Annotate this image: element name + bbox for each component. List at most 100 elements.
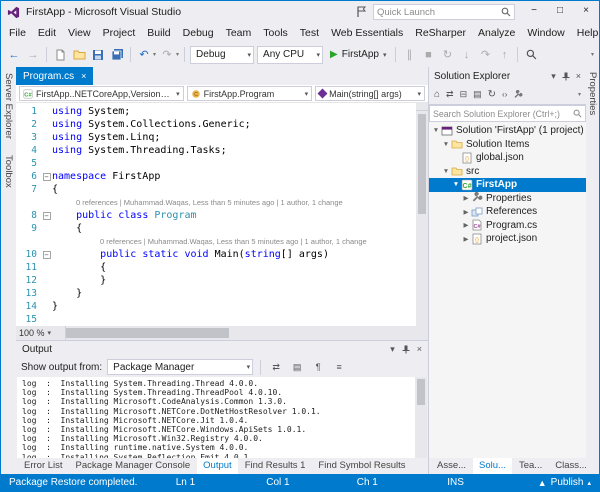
code-line[interactable]: 11 { [16,261,428,274]
tree-item-solution-items[interactable]: ▼Solution Items [429,138,586,152]
solution-explorer-title-bar[interactable]: Solution Explorer ▾ × [429,67,586,85]
titlebar[interactable]: FirstApp - Microsoft Visual Studio − □ × [1,1,599,23]
editor-vertical-scrollbar[interactable] [416,103,428,326]
code-line[interactable]: 6−namespace FirstApp [16,170,428,183]
chevron-right-icon[interactable]: ▶ [461,194,471,202]
save-icon[interactable] [90,47,106,63]
chevron-down-icon[interactable]: ▾ [176,51,179,58]
home-icon[interactable]: ⌂ [434,89,440,100]
step-into-icon[interactable]: ↓ [458,47,474,63]
code-line[interactable]: 13 } [16,287,428,300]
tab-server-explorer[interactable]: Server Explorer [3,73,14,139]
new-file-icon[interactable] [52,47,68,63]
output-vertical-scrollbar[interactable] [415,377,427,458]
chevron-down-icon[interactable]: ▼ [451,181,461,188]
menu-item-build[interactable]: Build [141,25,176,41]
save-all-icon[interactable] [109,47,125,63]
zoom-selector[interactable]: 100 % ▾ [16,326,66,340]
open-file-icon[interactable] [71,47,87,63]
menu-item-tools[interactable]: Tools [257,25,294,41]
chevron-right-icon[interactable]: ▶ [461,208,471,216]
pin-icon[interactable] [402,345,410,354]
menu-item-help[interactable]: Help [571,25,600,41]
restart-icon[interactable]: ↻ [439,47,455,63]
code-line[interactable]: 1using System; [16,105,428,118]
scrollbar-thumb[interactable] [418,114,426,214]
quick-launch-box[interactable] [373,4,515,20]
minimize-button[interactable]: − [521,1,547,20]
toggle-output-icon[interactable]: ≡ [331,359,347,375]
code-line[interactable]: 2using System.Collections.Generic; [16,118,428,131]
toolbar-options-icon[interactable]: ▾ [591,51,594,58]
navigate-back-icon[interactable]: ← [6,47,22,63]
menu-item-file[interactable]: File [3,25,32,41]
menu-item-team[interactable]: Team [220,25,258,41]
scrollbar-thumb[interactable] [66,328,229,338]
word-wrap-icon[interactable]: ¶ [310,359,326,375]
view-code-icon[interactable]: ‹› [502,90,507,99]
tab-program-cs[interactable]: Program.cs × [16,67,93,85]
tree-item-solution-firstapp-1-project[interactable]: ▼Solution 'FirstApp' (1 project) [429,124,586,138]
code-line[interactable]: 7{ [16,183,428,196]
code-line[interactable]: 10− public static void Main(string[] arg… [16,248,428,261]
pin-icon[interactable] [562,72,570,81]
sync-with-active-document-icon[interactable]: ⇄ [446,89,454,100]
codelens-text[interactable]: 0 references | Muhammad.Waqas, Less than… [52,235,367,248]
se-tab-asse[interactable]: Asse... [431,458,472,474]
code-line[interactable]: 14} [16,300,428,313]
solution-platform-dropdown[interactable]: Any CPU ▾ [257,46,323,64]
window-position-icon[interactable]: ▾ [390,344,395,355]
properties-icon[interactable] [513,90,523,100]
chevron-down-icon[interactable]: ▼ [431,127,441,134]
panel-tab-error-list[interactable]: Error List [18,458,69,474]
menu-item-view[interactable]: View [62,25,97,41]
panel-tab-output[interactable]: Output [197,458,238,474]
navigate-forward-icon[interactable]: → [25,47,41,63]
menu-item-analyze[interactable]: Analyze [472,25,521,41]
tab-properties[interactable]: Properties [587,72,598,474]
tree-item-firstapp[interactable]: ▼C#FirstApp [429,178,586,192]
refresh-icon[interactable]: ↻ [488,89,496,100]
menu-item-web-essentials[interactable]: Web Essentials [325,25,409,41]
search-icon[interactable] [573,109,582,118]
tree-item-program-cs[interactable]: ▶C#Program.cs [429,219,586,233]
close-icon[interactable]: × [576,71,581,81]
notifications-flag-icon[interactable] [356,6,367,18]
start-debugging-button[interactable]: ▶ FirstApp ▾ [326,46,390,64]
splitter-handle[interactable] [416,103,428,111]
panel-tab-find-symbol-results[interactable]: Find Symbol Results [312,458,411,474]
step-out-icon[interactable]: ↑ [496,47,512,63]
scrollbar-thumb[interactable] [417,379,425,405]
code-line[interactable]: 15 [16,313,428,326]
codelens-line[interactable]: 0 references | Muhammad.Waqas, Less than… [16,235,428,248]
collapse-all-icon[interactable]: ⊟ [460,89,468,100]
tree-item-project-json[interactable]: ▶{}project.json [429,232,586,246]
undo-icon[interactable]: ↶ [136,47,152,63]
quick-launch-input[interactable] [377,7,498,18]
goto-message-icon[interactable]: ⇄ [268,359,284,375]
fold-collapse-icon[interactable]: − [43,173,51,181]
close-icon[interactable]: × [81,71,86,81]
code-line[interactable]: 5 [16,157,428,170]
code-editor[interactable]: 1using System;2using System.Collections.… [16,103,428,326]
panel-tab-find-results-1[interactable]: Find Results 1 [239,458,312,474]
menu-item-debug[interactable]: Debug [177,25,220,41]
solution-explorer-search-box[interactable] [429,105,586,122]
step-over-icon[interactable]: ↷ [477,47,493,63]
member-dropdown[interactable]: Main(string[] args) ▾ [315,86,425,101]
tree-item-references[interactable]: ▶References [429,205,586,219]
code-line[interactable]: 12 } [16,274,428,287]
panel-tab-package-manager-console[interactable]: Package Manager Console [70,458,197,474]
project-dropdown[interactable]: C# FirstApp..NETCoreApp,Version=v1... ▾ [19,86,184,101]
close-button[interactable]: × [573,1,599,20]
fold-collapse-icon[interactable]: − [43,251,51,259]
code-line[interactable]: 3using System.Linq; [16,131,428,144]
tree-item-global-json[interactable]: {}global.json [429,151,586,165]
publish-button[interactable]: ▲ Publish ▴ [538,477,591,488]
chevron-down-icon[interactable]: ▼ [441,141,451,148]
menu-item-edit[interactable]: Edit [32,25,62,41]
output-source-dropdown[interactable]: Package Manager ▾ [107,359,253,375]
tree-item-properties[interactable]: ▶Properties [429,192,586,206]
output-log[interactable]: log : Installing System.Threading.Thread… [17,377,427,458]
menu-item-test[interactable]: Test [294,25,325,41]
